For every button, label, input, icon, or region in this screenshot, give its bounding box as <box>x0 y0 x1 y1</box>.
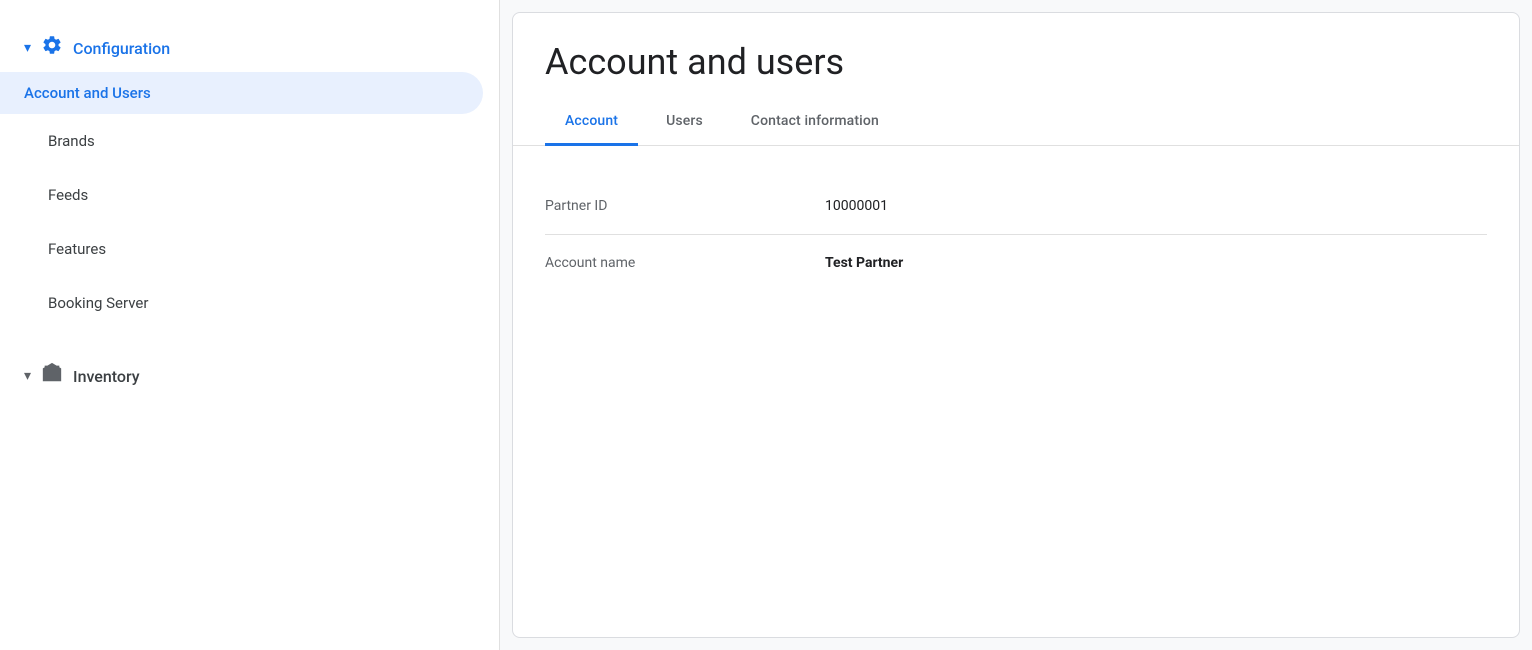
tab-account[interactable]: Account <box>545 99 638 146</box>
store-icon <box>41 362 63 390</box>
inventory-chevron-down-icon: ▾ <box>24 368 31 384</box>
sidebar-active-item-label: Account and Users <box>24 84 151 102</box>
sidebar-item-brands-label: Brands <box>48 132 95 150</box>
sidebar-item-features-label: Features <box>48 240 106 258</box>
sidebar-item-feeds[interactable]: Feeds <box>0 168 499 222</box>
tab-contact-information[interactable]: Contact information <box>731 99 899 146</box>
page-title: Account and users <box>513 13 1519 99</box>
chevron-down-icon: ▾ <box>24 40 31 56</box>
tab-contact-information-label: Contact information <box>751 113 879 129</box>
inventory-label: Inventory <box>73 367 140 386</box>
main-content: Account and users Account Users Contact … <box>512 12 1520 638</box>
tab-users-label: Users <box>666 113 703 129</box>
gear-icon <box>41 34 63 62</box>
sidebar-item-booking-server[interactable]: Booking Server <box>0 276 499 330</box>
partner-id-label: Partner ID <box>545 198 825 214</box>
tabs-container: Account Users Contact information <box>513 99 1519 146</box>
content-area: Partner ID 10000001 Account name Test Pa… <box>513 146 1519 637</box>
sidebar-item-account-and-users[interactable]: Account and Users <box>0 72 483 114</box>
account-name-value: Test Partner <box>825 255 903 271</box>
configuration-header[interactable]: ▾ Configuration <box>0 24 499 72</box>
sidebar-item-brands[interactable]: Brands <box>0 114 499 168</box>
configuration-label: Configuration <box>73 39 170 58</box>
tab-account-label: Account <box>565 113 618 129</box>
account-name-label: Account name <box>545 255 825 271</box>
inventory-header[interactable]: ▾ Inventory <box>0 346 499 406</box>
sidebar: ▾ Configuration Account and Users Brands… <box>0 0 500 650</box>
sidebar-item-feeds-label: Feeds <box>48 186 88 204</box>
account-name-row: Account name Test Partner <box>545 235 1487 291</box>
sidebar-item-features[interactable]: Features <box>0 222 499 276</box>
configuration-section: ▾ Configuration Account and Users Brands… <box>0 16 499 338</box>
sidebar-item-booking-server-label: Booking Server <box>48 294 148 312</box>
partner-id-value: 10000001 <box>825 198 888 214</box>
partner-id-row: Partner ID 10000001 <box>545 178 1487 235</box>
tab-users[interactable]: Users <box>646 99 723 146</box>
